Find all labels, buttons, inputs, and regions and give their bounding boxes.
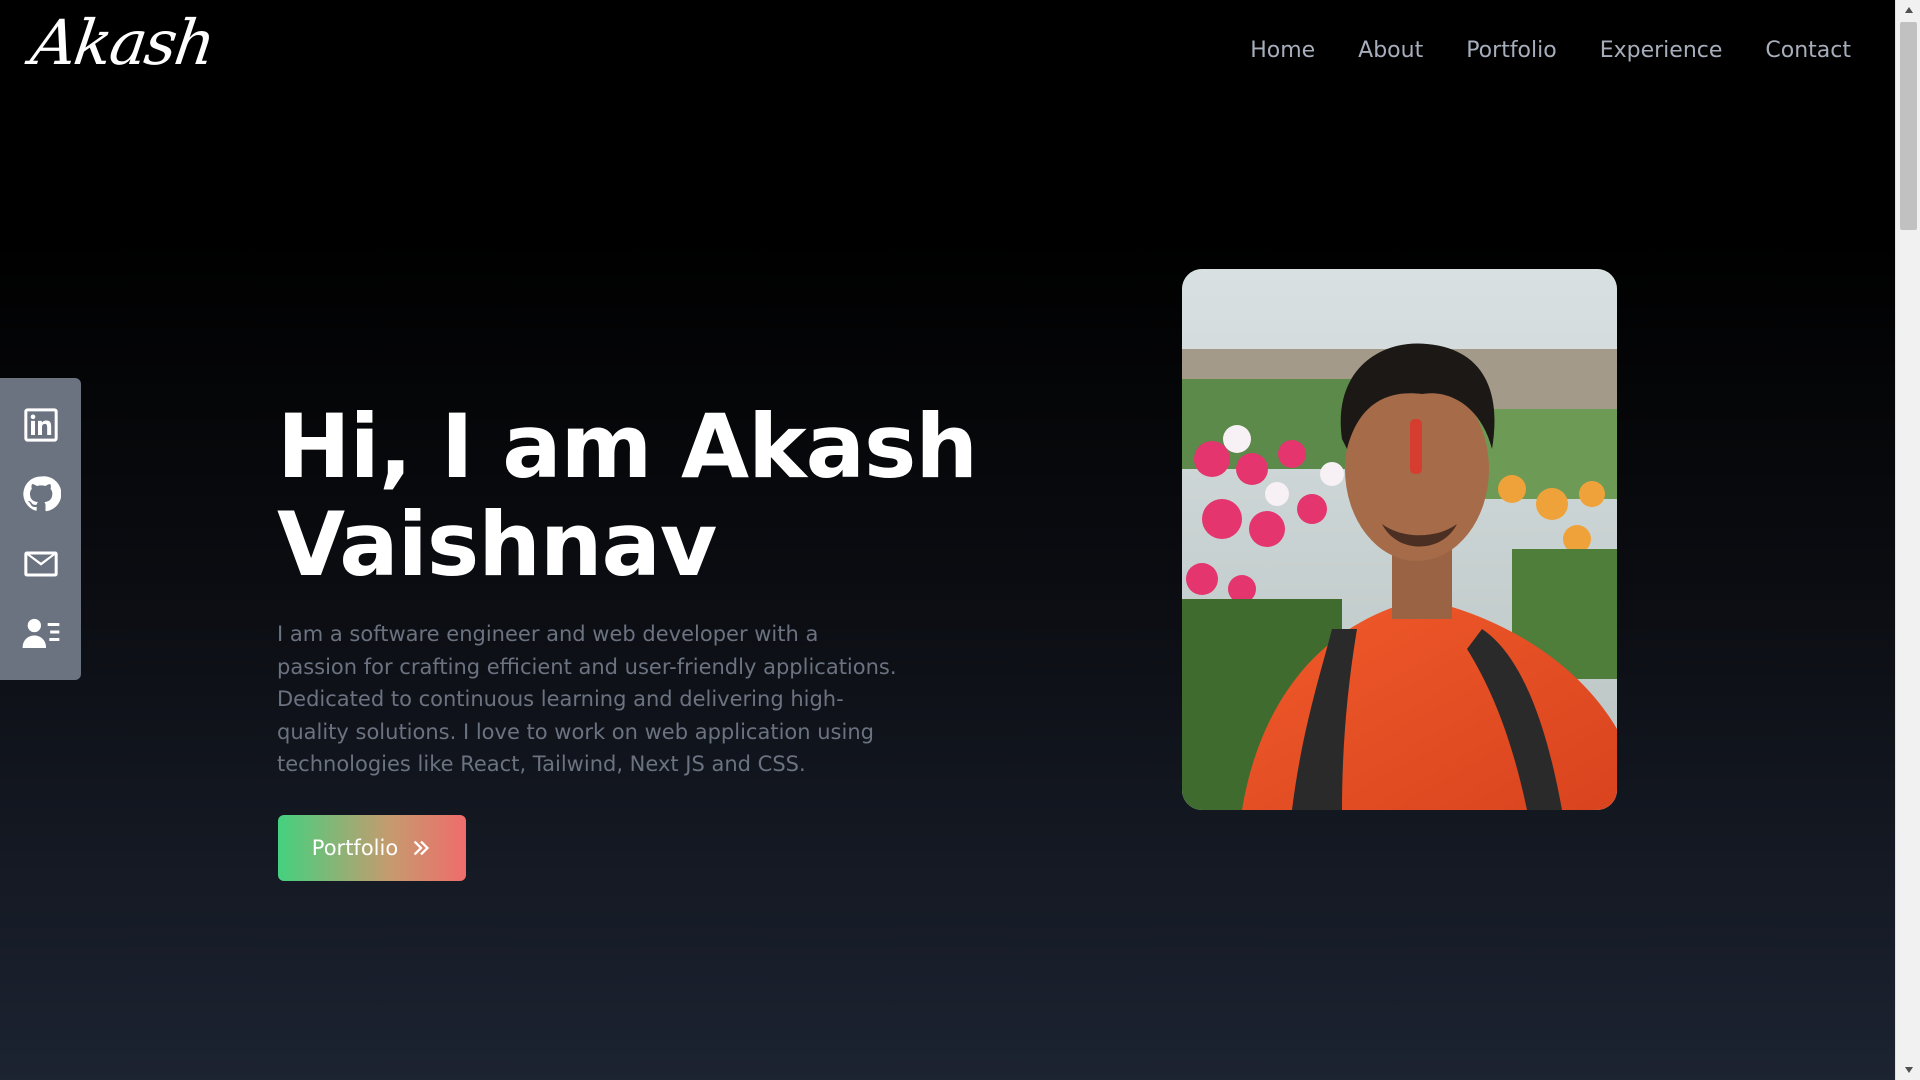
scroll-down-arrow-icon[interactable] <box>1896 1060 1920 1080</box>
main-nav: Home About Portfolio Experience Contact <box>1250 38 1851 63</box>
nav-home[interactable]: Home <box>1250 38 1315 63</box>
resume-icon[interactable] <box>20 612 62 654</box>
hero-title: Hi, I am Akash Vaishnav <box>277 395 978 596</box>
mail-icon[interactable] <box>20 543 62 585</box>
portfolio-button[interactable]: Portfolio <box>278 815 466 881</box>
hero-title-line-2: Vaishnav <box>277 493 717 596</box>
profile-photo <box>1182 269 1617 810</box>
hero-title-line-1: Hi, I am Akash <box>277 395 978 498</box>
nav-portfolio[interactable]: Portfolio <box>1466 38 1557 63</box>
scrollbar-thumb[interactable] <box>1900 22 1917 230</box>
linkedin-icon[interactable] <box>20 404 62 446</box>
nav-experience[interactable]: Experience <box>1600 38 1723 63</box>
vertical-scrollbar[interactable] <box>1895 0 1920 1080</box>
site-logo[interactable]: Akash <box>27 6 218 79</box>
github-icon[interactable] <box>20 473 62 515</box>
social-sidebar <box>0 378 81 680</box>
nav-about[interactable]: About <box>1358 38 1423 63</box>
double-chevron-right-icon <box>413 840 430 856</box>
hero-description: I am a software engineer and web develop… <box>277 622 897 776</box>
nav-contact[interactable]: Contact <box>1765 38 1851 63</box>
portfolio-button-label: Portfolio <box>311 836 399 860</box>
scroll-up-arrow-icon[interactable] <box>1896 0 1920 20</box>
page: Akash Home About Portfolio Experience Co… <box>0 0 1895 1080</box>
